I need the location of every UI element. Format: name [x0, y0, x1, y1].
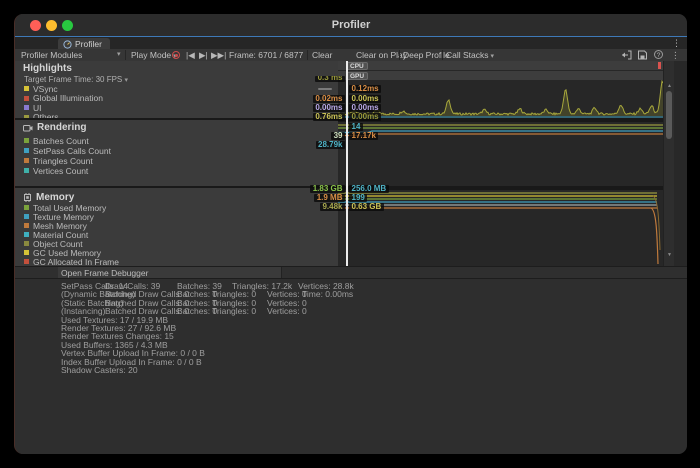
save-profile-icon[interactable] — [637, 50, 648, 60]
legend-label: SetPass Calls Count — [33, 146, 332, 156]
gpu-track-label: GPU — [346, 72, 368, 80]
legend-swatch — [24, 138, 29, 143]
memory-header: Memory — [23, 192, 74, 203]
selected-frame-line[interactable] — [346, 61, 348, 266]
titlebar[interactable]: Profiler — [15, 14, 687, 36]
gpu-track[interactable]: GPU — [338, 71, 663, 80]
current-frame-button[interactable]: ▶▶| — [211, 49, 226, 61]
legend-swatch — [24, 241, 29, 246]
frame-value-chip: 0.3 ms — [315, 76, 345, 82]
cpu-track-label: CPU — [346, 62, 368, 70]
frame-counter: Frame: 6701 / 6877 — [229, 49, 303, 61]
legend-swatch — [24, 96, 29, 101]
frame-value-chip: 256.0 MB — [349, 185, 389, 193]
rendering-stats-panel: SetPass Calls: 14Draw Calls: 39Batches: … — [15, 278, 687, 454]
legend-swatch — [24, 158, 29, 163]
modules-panel: Highlights Target Frame Time: 30 FPS ▾ V… — [15, 61, 338, 266]
tab-strip: Profiler ⋮ — [15, 36, 687, 50]
frame-value-chip: 0.12ms — [349, 85, 381, 93]
camera-icon — [23, 124, 33, 132]
frame-value-chip: 0.00ms — [349, 113, 381, 121]
legend-item[interactable]: VSync — [24, 84, 332, 93]
legend-label: VSync — [33, 84, 314, 94]
scrollbar-thumb[interactable] — [666, 91, 672, 139]
legend-label: GC Allocated In Frame — [33, 257, 332, 267]
frame-value-chip: 0.00ms — [349, 95, 381, 103]
frame-value-chip: 1.9 MB — [314, 194, 345, 202]
cpu-track[interactable]: CPU — [338, 61, 663, 70]
legend-swatch — [24, 214, 29, 219]
record-button[interactable] — [172, 51, 180, 59]
legend-swatch — [24, 232, 29, 237]
legend-swatch — [24, 259, 29, 264]
legend-item[interactable]: SetPass Calls Count — [24, 146, 332, 155]
call-stacks-dropdown[interactable]: Call Stacks▾ — [446, 49, 494, 61]
clear-button[interactable]: Clear — [312, 49, 332, 61]
prev-frame-button[interactable]: |◀ — [186, 49, 195, 61]
frame-value-chip: 0.00ms — [313, 104, 345, 112]
legend-swatch — [24, 205, 29, 210]
highlights-header: Highlights — [23, 63, 72, 74]
legend-label: Batches Count — [33, 136, 332, 146]
legend-item[interactable]: UI — [24, 103, 332, 112]
legend-item[interactable]: GC Allocated In Frame — [24, 257, 332, 266]
highlights-chart[interactable] — [338, 80, 663, 119]
frame-value-chip: 9.48k — [320, 203, 345, 211]
profiler-window: Profiler Profiler ⋮ Profiler Modules▾ Pl… — [14, 14, 687, 454]
chart-right-gutter — [674, 61, 687, 266]
legend-swatch — [24, 86, 29, 91]
next-frame-button[interactable]: ▶| — [199, 49, 208, 61]
window-title: Profiler — [15, 14, 687, 36]
toolbar-separator — [307, 50, 308, 60]
legend-item[interactable]: Global Illumination — [24, 94, 332, 103]
frame-value-chip: 0.02ms — [313, 95, 345, 103]
frame-value-chip: 0.00ms — [349, 104, 381, 112]
legend-label: UI — [33, 103, 314, 113]
frame-value-chip: 0.76ms — [313, 113, 345, 121]
chip-icon — [23, 193, 32, 202]
rendering-chart[interactable] — [338, 120, 663, 188]
frame-value-chip: 1.83 GB — [310, 185, 345, 193]
cpu-spike-marker — [658, 62, 661, 69]
play-mode-dropdown[interactable]: Play Mode▾ — [131, 49, 177, 61]
legend-swatch — [24, 168, 29, 173]
legend-swatch — [24, 250, 29, 255]
legend-label: Vertices Count — [33, 166, 332, 176]
help-icon[interactable]: ? — [654, 50, 663, 59]
chart-area[interactable]: CPU GPU — [338, 61, 687, 266]
frame-value-chip: 28.79k — [316, 141, 345, 149]
rendering-header: Rendering — [23, 122, 86, 133]
legend-swatch — [24, 223, 29, 228]
stats-value: Time: 0.00ms — [302, 289, 353, 299]
frame-value-chip: 0.63 GB — [349, 203, 384, 211]
toolbar-separator — [125, 50, 126, 60]
legend-label: Triangles Count — [33, 156, 332, 166]
legend-bar-toggle[interactable] — [318, 88, 332, 90]
stats-value: Triangles: 0 — [212, 306, 256, 316]
toolbar-separator — [442, 50, 443, 60]
toolbar-kebab-icon[interactable]: ⋮ — [671, 49, 680, 61]
gauge-icon — [63, 40, 72, 49]
stats-value: Shadow Casters: 20 — [61, 365, 138, 375]
legend-label: Global Illumination — [33, 93, 314, 103]
legend-label: Others — [33, 112, 314, 122]
chevron-down-icon: ▾ — [117, 49, 121, 61]
legend-item[interactable]: Others — [24, 113, 332, 122]
legend-item[interactable]: Triangles Count — [24, 156, 332, 165]
legend-item[interactable]: Batches Count — [24, 136, 332, 145]
legend-item[interactable]: Vertices Count — [24, 166, 332, 175]
profiler-modules-dropdown[interactable]: Profiler Modules▾ — [21, 49, 82, 61]
frame-value-chip: 39 — [331, 132, 345, 140]
frame-value-chip: 17.17k — [349, 132, 378, 140]
memory-chart[interactable] — [338, 188, 663, 268]
frame-value-chip: 199 — [349, 194, 367, 202]
frame-value-chip: 14 — [349, 123, 363, 131]
tab-label: Profiler — [75, 39, 102, 49]
load-profile-icon[interactable] — [621, 50, 632, 60]
legend-swatch — [24, 105, 29, 110]
toolbar-separator — [399, 50, 400, 60]
legend-swatch — [24, 148, 29, 153]
chevron-down-icon: ▾ — [491, 53, 495, 60]
stats-value: Vertices: 0 — [267, 306, 307, 316]
